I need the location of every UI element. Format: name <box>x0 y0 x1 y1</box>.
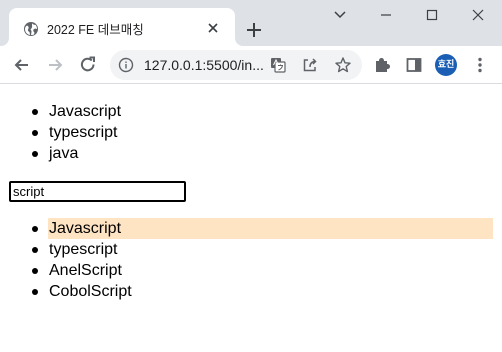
bullet-icon <box>32 109 38 115</box>
language-item[interactable]: java <box>0 143 502 164</box>
suggestion-item[interactable]: CobolScript <box>0 281 502 302</box>
forward-arrow-icon[interactable] <box>45 55 65 75</box>
language-item[interactable]: typescript <box>0 122 502 143</box>
bullet-icon <box>32 268 38 274</box>
translate-icon[interactable] <box>269 56 287 74</box>
globe-icon <box>24 22 38 36</box>
page-content: Javascript typescript java Javascript types… <box>0 85 502 352</box>
site-info-icon[interactable] <box>118 57 134 73</box>
suggestion-label: typescript <box>49 241 118 258</box>
suggestion-label: Javascript <box>49 220 122 237</box>
browser-tab[interactable]: 2022 FE 데브매칭 <box>9 8 235 46</box>
tab-title: 2022 FE 데브매칭 <box>47 23 144 37</box>
search-input[interactable] <box>9 181 186 202</box>
bookmark-star-icon[interactable] <box>334 56 352 74</box>
language-item[interactable]: Javascript <box>0 101 502 122</box>
suggestion-item[interactable]: AnelScript <box>0 260 502 281</box>
language-label: Javascript <box>49 103 122 120</box>
chevron-down-icon[interactable] <box>329 5 351 25</box>
bullet-icon <box>32 226 38 232</box>
back-arrow-icon[interactable] <box>12 55 32 75</box>
window-close-icon[interactable] <box>467 5 489 25</box>
address-bar[interactable]: 127.0.0.1:5500/in... <box>110 50 362 80</box>
suggestion-list: Javascript typescript AnelScript CobolScrip… <box>0 218 502 302</box>
maximize-icon[interactable] <box>421 5 443 25</box>
bullet-icon <box>32 289 38 295</box>
bullet-icon <box>32 247 38 253</box>
tab-strip: 2022 FE 데브매칭 <box>0 0 502 46</box>
extensions-puzzle-icon[interactable] <box>372 55 392 75</box>
language-label: java <box>49 145 79 162</box>
close-icon[interactable] <box>205 20 221 36</box>
language-label: typescript <box>49 124 118 141</box>
suggestion-item[interactable]: typescript <box>0 239 502 260</box>
suggestion-label: CobolScript <box>49 283 132 300</box>
reload-icon[interactable] <box>78 55 98 75</box>
bullet-icon <box>32 151 38 157</box>
kebab-menu-icon[interactable] <box>470 55 490 75</box>
new-tab-plus-icon[interactable] <box>244 20 264 40</box>
side-panel-icon[interactable] <box>404 55 424 75</box>
suggestion-item[interactable]: Javascript <box>0 218 502 239</box>
minimize-icon[interactable] <box>375 5 397 25</box>
bullet-icon <box>32 130 38 136</box>
url-text: 127.0.0.1:5500/in... <box>144 57 264 73</box>
share-icon[interactable] <box>301 56 319 74</box>
suggestion-label: AnelScript <box>49 262 122 279</box>
profile-avatar[interactable]: 효진 <box>435 54 457 76</box>
language-list: Javascript typescript java <box>0 101 502 164</box>
browser-toolbar: 127.0.0.1:5500/in... 효진 <box>0 46 502 84</box>
